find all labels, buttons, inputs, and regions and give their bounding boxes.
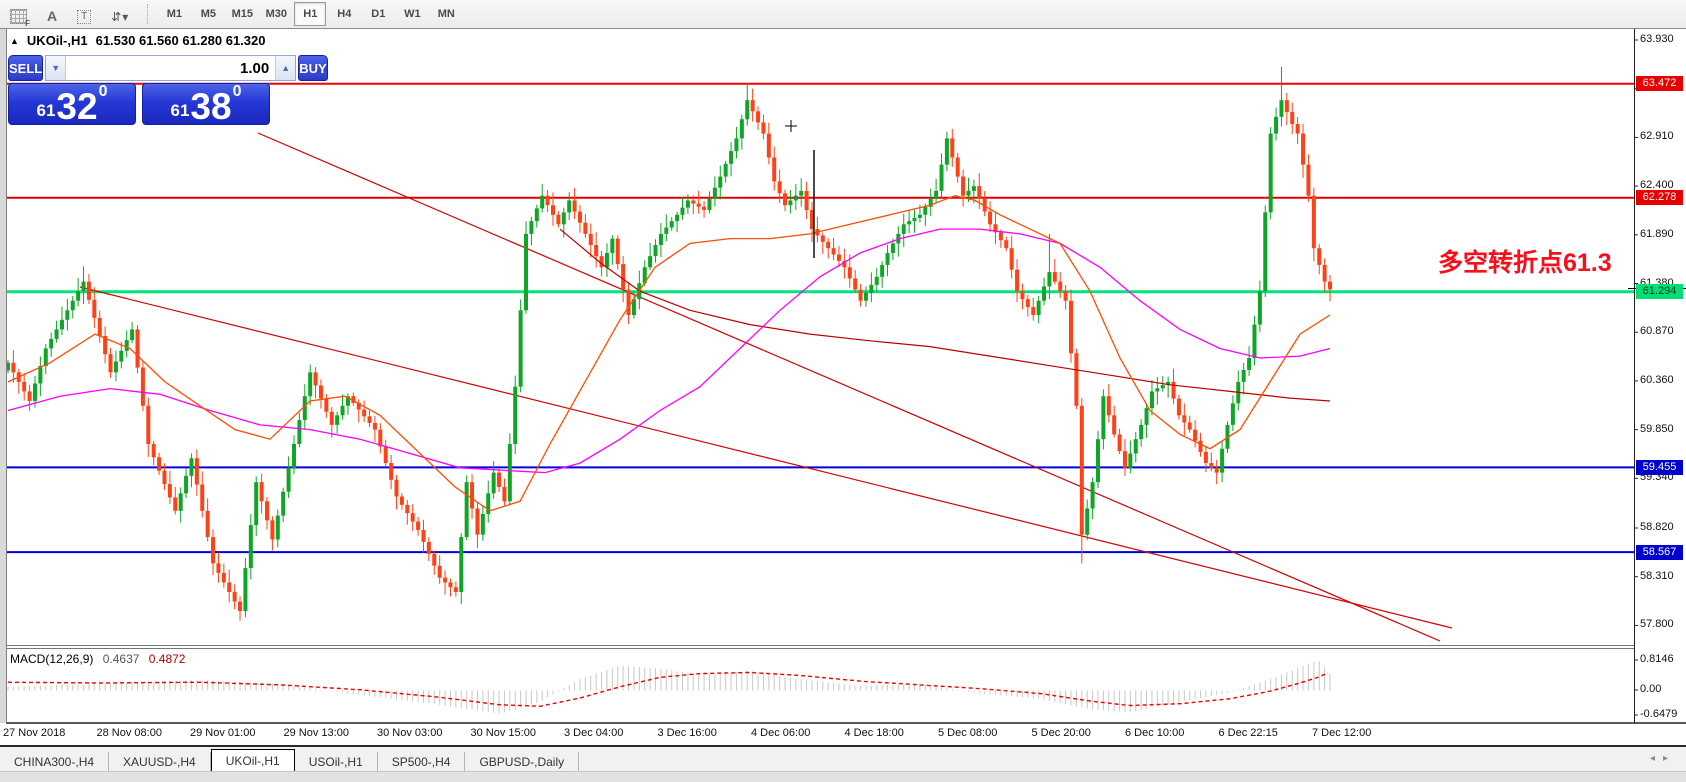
macd-signal-value: 0.4872 — [148, 652, 186, 666]
volume-stepper: ▼ ▲ — [45, 55, 297, 81]
top-toolbar: F A T ⇵ ▾ M1 M5 M15 M30 H1 H4 D1 W1 MN — [0, 0, 1686, 29]
chart-header: ▲ UKOil-,H1 61.530 61.560 61.280 61.320 — [10, 33, 265, 48]
arrange-arrows-icon[interactable]: ⇵ ▾ — [111, 4, 129, 24]
buy-button[interactable]: BUY — [298, 55, 328, 81]
timeframe-button-mn[interactable]: MN — [430, 2, 462, 26]
buy-price-handle: 61 — [170, 101, 190, 120]
volume-increase-button[interactable]: ▲ — [275, 56, 296, 80]
buy-price-big-digits: 38 — [190, 85, 232, 127]
macd-value: 0.4637 — [102, 652, 140, 666]
chart-tab-china300-h4[interactable]: CHINA300-,H4 — [0, 752, 110, 773]
sell-button[interactable]: SELL — [8, 55, 44, 81]
boxed-t-icon: T — [77, 10, 92, 24]
new-order-grid-icon[interactable]: F — [10, 4, 30, 28]
caret-down-icon: ▾ — [122, 10, 130, 24]
buy-price-button[interactable]: 61 38 0 — [142, 83, 270, 125]
window-left-edge — [0, 28, 7, 723]
chart-tab-gbpusd-daily[interactable]: GBPUSD-,Daily — [465, 752, 580, 773]
timeframe-button-h1[interactable]: H1 — [294, 2, 327, 26]
macd-indicator-header: MACD(12,26,9) 0.4637 0.4872 — [10, 652, 185, 666]
chart-symbol-period: UKOil-,H1 — [26, 33, 88, 48]
window-bottom-strip — [0, 771, 1686, 782]
timeframe-button-m30[interactable]: M30 — [260, 2, 292, 26]
chart-tab-sp500-h4[interactable]: SP500-,H4 — [378, 752, 466, 773]
mt4-terminal: { "toolbar": { "icons": {"grid_f": "F", … — [0, 0, 1686, 782]
timeframe-button-h4[interactable]: H4 — [328, 2, 360, 26]
macd-name: MACD(12,26,9) — [10, 652, 94, 666]
sell-price-handle: 61 — [36, 101, 56, 120]
timeframe-button-d1[interactable]: D1 — [362, 2, 394, 26]
sell-price-pips: 0 — [98, 83, 108, 100]
text-label-icon[interactable]: T — [77, 4, 92, 24]
tab-scroll-left-icon[interactable]: ◂ — [1650, 753, 1663, 764]
font-a-icon[interactable]: A — [47, 4, 57, 24]
sell-price-button[interactable]: 61 32 0 — [8, 83, 136, 125]
sort-arrows-icon: ⇵ — [111, 10, 123, 24]
chart-annotation-text: 多空转折点61.3 — [1438, 249, 1612, 277]
chart-tab-ukoil-h1[interactable]: UKOil-,H1 — [210, 749, 295, 773]
grid-icon: F — [10, 9, 30, 28]
chart-ohlc-values: 61.530 61.560 61.280 61.320 — [95, 33, 266, 48]
chart-tab-bar: CHINA300-,H4 XAUUSD-,H4 UKOil-,H1 USOil-,H1… — [0, 745, 1686, 773]
tab-scroll-right-icon[interactable]: ▸ — [1663, 753, 1676, 764]
trade-panel-price-row: 61 32 0 61 38 0 — [8, 83, 270, 125]
toolbar-separator — [147, 4, 149, 24]
chart-tab-usoil-h1[interactable]: USOil-,H1 — [295, 752, 378, 773]
chart-tab-xauusd-h4[interactable]: XAUUSD-,H4 — [109, 752, 211, 773]
timeframe-button-m5[interactable]: M5 — [192, 2, 224, 26]
timeframe-button-group: M1 M5 M15 M30 H1 H4 D1 W1 MN — [157, 2, 463, 26]
timeframe-button-m15[interactable]: M15 — [226, 2, 258, 26]
timeframe-button-m1[interactable]: M1 — [158, 2, 190, 26]
tab-scroll-arrows[interactable]: ◂▸ — [1650, 753, 1676, 764]
expander-triangle-icon[interactable]: ▲ — [10, 36, 19, 46]
volume-decrease-button[interactable]: ▼ — [46, 56, 67, 80]
buy-price-pips: 0 — [232, 83, 242, 100]
trade-panel-top-row: SELL ▼ ▲ BUY — [8, 55, 328, 81]
one-click-trading-panel: SELL ▼ ▲ BUY 61 32 0 61 38 0 — [8, 55, 328, 125]
timeframe-button-w1[interactable]: W1 — [396, 2, 428, 26]
sell-price-big-digits: 32 — [56, 85, 98, 127]
volume-input[interactable] — [66, 56, 276, 80]
